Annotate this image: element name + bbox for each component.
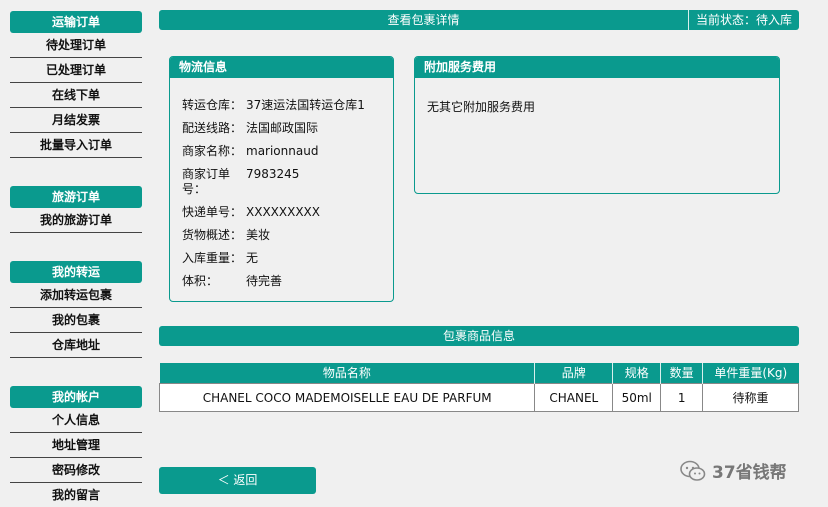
- sidebar-item-monthly-invoice[interactable]: 月结发票: [10, 108, 142, 133]
- info-row-tracking: 快递单号： XXXXXXXXX: [182, 205, 393, 220]
- sidebar-group-my-forwarding: 我的转运 添加转运包裹 我的包裹 仓库地址: [10, 261, 142, 358]
- info-value: 37速运法国转运仓库1: [246, 98, 365, 112]
- column-header-item-name: 物品名称: [159, 363, 536, 384]
- sidebar-item-address-management[interactable]: 地址管理: [10, 433, 142, 458]
- sidebar-group-header[interactable]: 我的转运: [10, 261, 142, 283]
- column-header-quantity: 数量: [660, 363, 704, 384]
- info-row-volume: 体积： 待完善: [182, 274, 393, 289]
- status-badge: 当前状态：待入库: [688, 10, 799, 30]
- sidebar-item-change-password[interactable]: 密码修改: [10, 458, 142, 483]
- info-label: 体积：: [182, 274, 219, 288]
- cell-quantity: 1: [660, 383, 704, 412]
- table-row: CHANEL COCO MADEMOISELLE EAU DE PARFUM C…: [158, 383, 799, 412]
- watermark: 37省钱帮: [680, 458, 787, 483]
- sidebar-item-processed-orders[interactable]: 已处理订单: [10, 58, 142, 83]
- column-header-spec: 规格: [612, 363, 662, 384]
- sidebar-item-online-order[interactable]: 在线下单: [10, 83, 142, 108]
- column-header-unit-weight: 单件重量(Kg): [702, 363, 799, 384]
- info-label: 入库重量：: [182, 251, 243, 265]
- info-value: 无: [246, 251, 259, 265]
- info-row-warehouse: 转运仓库： 37速运法国转运仓库1: [182, 98, 393, 113]
- info-label: 快递单号：: [182, 205, 243, 219]
- info-value: 法国邮政国际: [246, 121, 319, 135]
- sidebar-item-batch-import[interactable]: 批量导入订单: [10, 133, 142, 158]
- info-value: XXXXXXXXX: [246, 205, 320, 219]
- extra-fees-text: 无其它附加服务费用: [427, 100, 536, 114]
- sidebar-item-pending-orders[interactable]: 待处理订单: [10, 33, 142, 58]
- info-row-route: 配送线路： 法国邮政国际: [182, 121, 393, 136]
- info-label: 配送线路：: [182, 121, 243, 135]
- logistics-panel-title: 物流信息: [170, 57, 393, 78]
- logistics-panel: 物流信息 转运仓库： 37速运法国转运仓库1 配送线路： 法国邮政国际 商家名称： m…: [169, 56, 394, 302]
- logistics-info-list: 转运仓库： 37速运法国转运仓库1 配送线路： 法国邮政国际 商家名称： marion…: [170, 78, 393, 289]
- info-row-merchant: 商家名称： marionnaud: [182, 144, 393, 159]
- cell-brand: CHANEL: [534, 383, 614, 412]
- goods-section-title: 包裹商品信息: [159, 326, 799, 346]
- info-label: 商家名称：: [182, 144, 243, 158]
- page-title: 查看包裹详情: [387, 13, 460, 27]
- info-label: 货物概述：: [182, 228, 243, 242]
- info-row-merchant-order: 商家订单 号： 7983245: [182, 167, 393, 197]
- info-value: 7983245: [246, 167, 300, 181]
- sidebar-item-my-travel-orders[interactable]: 我的旅游订单: [10, 208, 142, 233]
- sidebar-item-personal-info[interactable]: 个人信息: [10, 408, 142, 433]
- sidebar-group-header[interactable]: 旅游订单: [10, 186, 142, 208]
- sidebar-item-warehouse-address[interactable]: 仓库地址: [10, 333, 142, 358]
- sidebar-group-shipping-orders: 运输订单 待处理订单 已处理订单 在线下单 月结发票 批量导入订单: [10, 11, 142, 158]
- sidebar-group-travel-orders: 旅游订单 我的旅游订单: [10, 186, 142, 233]
- sidebar-group-header[interactable]: 我的帐户: [10, 386, 142, 408]
- info-label: 商家订单 号：: [182, 167, 231, 196]
- info-value: 美妆: [246, 228, 271, 242]
- goods-table: 物品名称 品牌 规格 数量 单件重量(Kg) CHANEL COCO MADEM…: [158, 363, 799, 412]
- info-row-goods-summary: 货物概述： 美妆: [182, 228, 393, 243]
- sidebar-item-my-messages[interactable]: 我的留言: [10, 483, 142, 507]
- back-button[interactable]: ＜ 返回: [159, 467, 316, 494]
- watermark-text: 37省钱帮: [712, 463, 787, 483]
- sidebar-item-my-packages[interactable]: 我的包裹: [10, 308, 142, 333]
- cell-spec: 50ml: [612, 383, 662, 412]
- wechat-icon: [680, 460, 706, 481]
- extra-fees-panel: 附加服务费用 无其它附加服务费用: [414, 56, 780, 194]
- goods-table-header: 物品名称 品牌 规格 数量 单件重量(Kg): [159, 363, 799, 384]
- sidebar-item-add-package[interactable]: 添加转运包裹: [10, 283, 142, 308]
- page-title-bar: 查看包裹详情 当前状态：待入库: [159, 10, 799, 30]
- cell-item-name: CHANEL COCO MADEMOISELLE EAU DE PARFUM: [158, 383, 536, 412]
- info-row-weight: 入库重量：无: [182, 251, 393, 266]
- info-value: 待完善: [246, 274, 283, 288]
- cell-unit-weight: 待称重: [702, 383, 799, 412]
- sidebar-group-my-account: 我的帐户 个人信息 地址管理 密码修改 我的留言: [10, 386, 142, 507]
- sidebar-group-header[interactable]: 运输订单: [10, 11, 142, 33]
- extra-fees-panel-title: 附加服务费用: [415, 57, 779, 78]
- info-label: 转运仓库：: [182, 98, 243, 112]
- info-value: marionnaud: [246, 144, 319, 158]
- column-header-brand: 品牌: [534, 363, 614, 384]
